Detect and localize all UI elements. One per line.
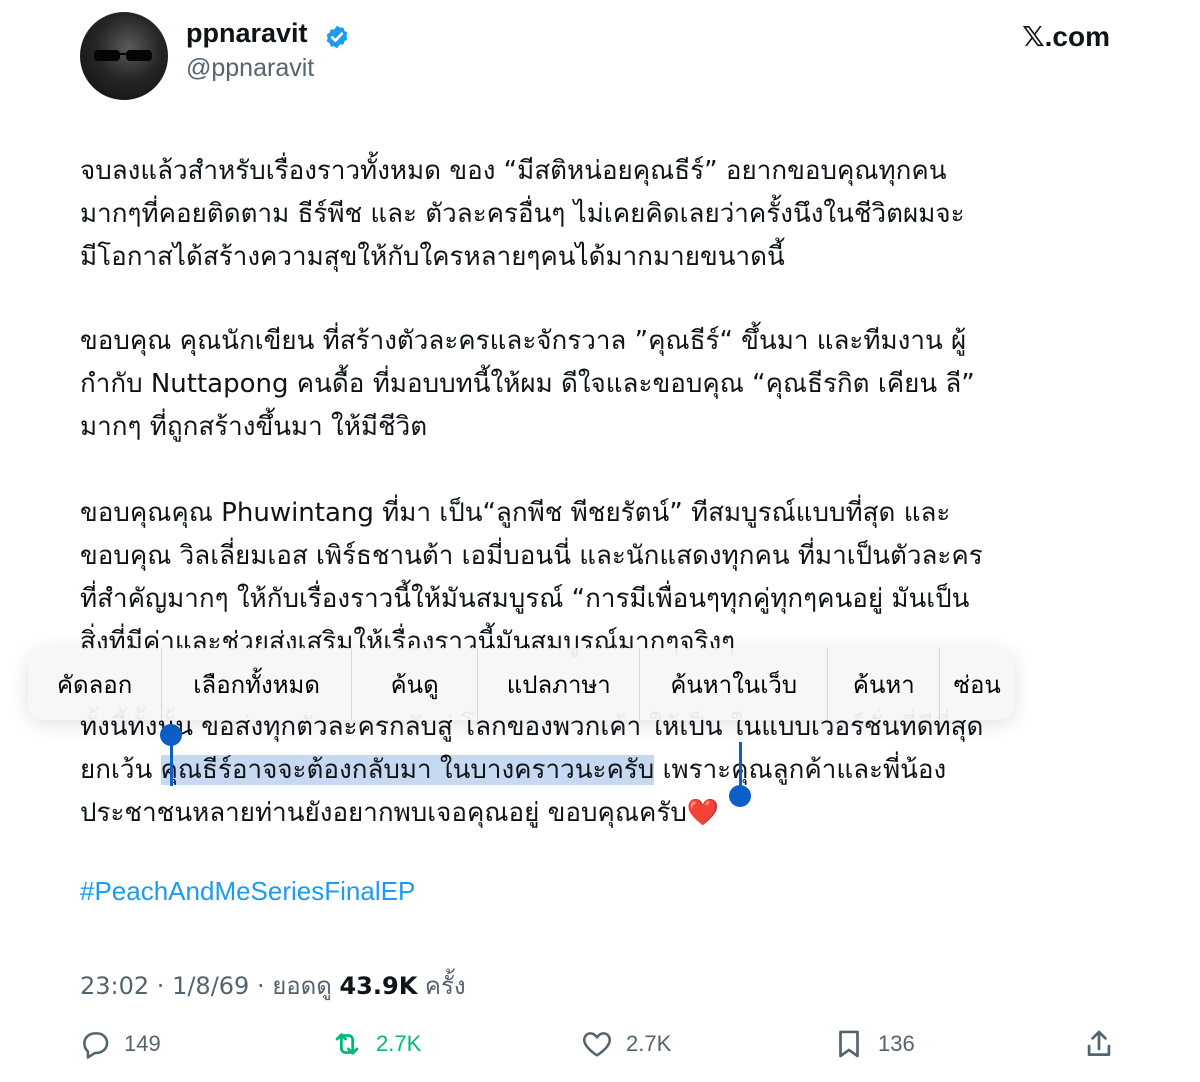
menu-item-translate[interactable]: แปลภาษา: [478, 648, 641, 720]
menu-item-search[interactable]: ค้นหา: [828, 648, 941, 720]
views-label: · ยอดดู: [249, 972, 340, 1000]
like-count: 2.7K: [626, 1031, 672, 1056]
text-selection-context-menu: คัดลอก เลือกทั้งหมด ค้นดู แปลภาษา ค้นหาใ…: [28, 648, 1014, 720]
repost-count: 2.7K: [376, 1031, 422, 1056]
text-line: มากๆ ที่ถูกสร้างขึ้นมา ให้มีชีวิต: [80, 412, 428, 442]
sunglasses-graphic: [94, 50, 152, 61]
text-line: ที่สำคัญมากๆ ให้กับเรื่องราวนี้ให้มันสมบ…: [80, 584, 970, 614]
bookmark-button[interactable]: 136: [832, 1024, 915, 1064]
text-line: ขอบคุณ คุณนักเขียน ที่สร้างตัวละครและจัก…: [80, 326, 967, 356]
verified-badge-icon: [326, 25, 348, 49]
site-label: 𝕏.com: [1022, 21, 1110, 52]
selection-end-handle[interactable]: [729, 785, 751, 807]
views-count: 43.9K: [339, 972, 418, 1000]
text-line: มีโอกาสได้สร้างความสุขให้กับใครหลายๆคนได…: [80, 242, 785, 272]
author-handle[interactable]: @ppnaravit: [186, 54, 314, 83]
selected-text[interactable]: คุณธีร์อาจจะต้องกลับมา ในบางคราวนะครับ: [160, 755, 655, 785]
repost-button[interactable]: 2.7K: [330, 1024, 421, 1064]
text-line: ขอบคุณ วิลเลี่ยมเอส เพิร์ธชานต้า เอมี่บอ…: [80, 541, 983, 571]
post-time[interactable]: 23:02: [80, 972, 149, 1000]
heart-icon: [583, 1032, 611, 1057]
tweet-action-bar: 149 2.7K 2.7K 136: [78, 1024, 1122, 1064]
tweet-paragraph-3: ขอบคุณคุณ Phuwintang ที่มา เป็น“ลูกพีช พ…: [80, 492, 1140, 664]
tweet-paragraph-4: ทั้งนี้ทั้งนั้น ขอส่งทุกตัวละครกลับสู่ โ…: [80, 706, 1140, 835]
text-line: กำกับ Nuttapong คนดื้อ ที่มอบบทนี้ให้ผม …: [80, 369, 975, 399]
text-line: ขอบคุณคุณ Phuwintang ที่มา เป็น“ลูกพีช พ…: [80, 498, 951, 528]
tweet-meta: 23:02 · 1/8/69 · ยอดดู 43.9K ครั้ง: [80, 966, 466, 1005]
menu-item-search-web[interactable]: ค้นหาในเว็บ: [640, 648, 829, 720]
tweet-paragraph-2: ขอบคุณ คุณนักเขียน ที่สร้างตัวละครและจัก…: [80, 320, 1140, 449]
text-line: จบลงแล้วสำหรับเรื่องราวทั้งหมด ของ “มีสต…: [80, 156, 947, 186]
repost-icon: [335, 1033, 359, 1055]
bookmark-count: 136: [878, 1031, 915, 1056]
selection-start-handle[interactable]: [160, 724, 182, 746]
like-button[interactable]: 2.7K: [580, 1024, 671, 1064]
tweet-paragraph-1: จบลงแล้วสำหรับเรื่องราวทั้งหมด ของ “มีสต…: [80, 150, 1140, 279]
share-icon: [1087, 1030, 1111, 1056]
share-button[interactable]: [1082, 1024, 1116, 1064]
text-line: มากๆที่คอยติดตาม ธีร์พีช และ ตัวละครอื่น…: [80, 199, 965, 229]
avatar[interactable]: [80, 12, 168, 100]
text-line-with-selection[interactable]: ยกเว้น คุณธีร์อาจจะต้องกลับมา ในบางคราวน…: [80, 749, 1140, 792]
text-line: ประชาชนหลายท่านยังอยากพบเจอคุณอยู่ ขอบคุ…: [80, 798, 720, 828]
reply-icon: [83, 1032, 109, 1059]
menu-item-copy[interactable]: คัดลอก: [28, 648, 163, 720]
reply-button[interactable]: 149: [78, 1024, 161, 1064]
meta-separator: ·: [149, 972, 173, 1000]
reply-count: 149: [124, 1031, 161, 1056]
post-date[interactable]: 1/8/69: [172, 972, 249, 1000]
text-segment: เพราะคุณลูกค้าและพี่น้อง: [654, 755, 947, 785]
text-segment: ยกเว้น: [80, 755, 161, 785]
hashtag-link[interactable]: #PeachAndMeSeriesFinalEP: [80, 876, 415, 907]
menu-item-hide[interactable]: ซ่อน: [940, 648, 1014, 720]
display-name[interactable]: ppnaravit: [186, 18, 308, 49]
menu-item-look-up[interactable]: ค้นดู: [352, 648, 479, 720]
bookmark-icon: [839, 1030, 859, 1058]
menu-item-select-all[interactable]: เลือกทั้งหมด: [162, 648, 353, 720]
views-suffix: ครั้ง: [417, 972, 466, 1000]
